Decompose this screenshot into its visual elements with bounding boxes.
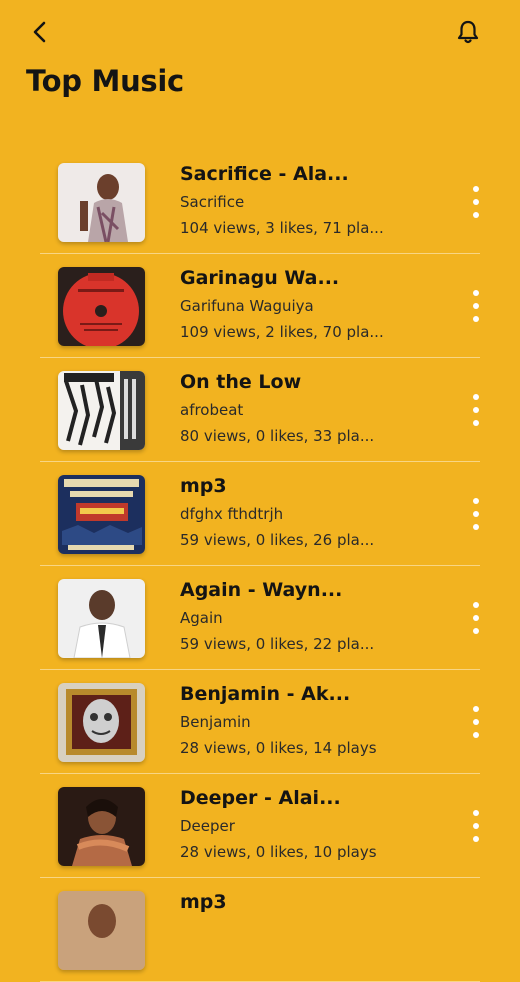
more-vert-icon [473,498,479,504]
more-vert-icon [473,290,479,296]
track-row[interactable]: mp3 dfghx fthdtrjh 59 views, 0 likes, 26… [40,462,480,566]
track-title: mp3 [180,475,227,497]
more-vert-icon [473,810,479,816]
notifications-button[interactable] [450,14,486,50]
more-vert-dot [473,823,479,829]
track-subtitle: Garifuna Waguiya [180,297,314,315]
track-subtitle: Benjamin [180,713,251,731]
more-options-button[interactable] [468,706,484,738]
track-title: Deeper - Alai... [180,787,341,809]
album-art [58,475,145,554]
track-info: Sacrifice - Ala... Sacrifice 104 views, … [180,162,410,238]
more-options-button[interactable] [468,394,484,426]
track-stats: 59 views, 0 likes, 26 pla... [180,531,375,549]
track-stats: 28 views, 0 likes, 14 plays [180,739,377,757]
more-vert-dot [473,615,479,621]
more-vert-dot [473,303,479,309]
track-row[interactable]: Again - Wayn... Again 59 views, 0 likes,… [40,566,480,670]
more-vert-dot [473,212,479,218]
track-stats: 109 views, 2 likes, 70 pla... [180,323,384,341]
page-title: Top Music [26,64,184,98]
track-info: mp3 [180,890,410,920]
album-art [58,579,145,658]
more-vert-icon [473,186,479,192]
track-info: Garinagu Wa... Garifuna Waguiya 109 view… [180,266,410,342]
more-vert-dot [473,836,479,842]
more-vert-dot [473,628,479,634]
track-title: Again - Wayn... [180,579,343,601]
track-stats: 104 views, 3 likes, 71 pla... [180,219,384,237]
more-vert-dot [473,407,479,413]
track-subtitle: dfghx fthdtrjh [180,505,284,523]
track-row[interactable]: Sacrifice - Ala... Sacrifice 104 views, … [40,150,480,254]
track-title: On the Low [180,371,302,393]
track-row[interactable]: Benjamin - Ak... Benjamin 28 views, 0 li… [40,670,480,774]
track-subtitle: Deeper [180,817,235,835]
track-title: Sacrifice - Ala... [180,163,349,185]
more-vert-icon [473,394,479,400]
more-vert-icon [473,706,479,712]
track-title: Benjamin - Ak... [180,683,351,705]
album-art [58,163,145,242]
album-art [58,371,145,450]
more-vert-dot [473,316,479,322]
track-row[interactable]: On the Low afrobeat 80 views, 0 likes, 3… [40,358,480,462]
more-vert-dot [473,420,479,426]
track-row[interactable]: Deeper - Alai... Deeper 28 views, 0 like… [40,774,480,878]
album-art [58,891,145,970]
album-art [58,787,145,866]
back-button[interactable] [24,16,56,48]
track-row[interactable]: mp3 [40,878,480,982]
more-vert-icon [473,602,479,608]
more-options-button[interactable] [468,498,484,530]
album-art [58,683,145,762]
track-stats: 80 views, 0 likes, 33 pla... [180,427,375,445]
track-subtitle: Sacrifice [180,193,245,211]
track-list: Sacrifice - Ala... Sacrifice 104 views, … [40,150,480,982]
bell-icon [457,20,479,44]
more-options-button[interactable] [468,810,484,842]
more-vert-dot [473,511,479,517]
album-art [58,267,145,346]
more-options-button[interactable] [468,602,484,634]
track-info: mp3 dfghx fthdtrjh 59 views, 0 likes, 26… [180,474,410,550]
track-stats: 59 views, 0 likes, 22 pla... [180,635,375,653]
track-info: Again - Wayn... Again 59 views, 0 likes,… [180,578,410,654]
track-info: Benjamin - Ak... Benjamin 28 views, 0 li… [180,682,410,758]
track-subtitle: Again [180,609,223,627]
track-info: Deeper - Alai... Deeper 28 views, 0 like… [180,786,410,862]
track-info: On the Low afrobeat 80 views, 0 likes, 3… [180,370,410,446]
more-options-button[interactable] [468,186,484,218]
more-vert-dot [473,719,479,725]
more-vert-dot [473,524,479,530]
track-row[interactable]: Garinagu Wa... Garifuna Waguiya 109 view… [40,254,480,358]
track-title: Garinagu Wa... [180,267,340,289]
top-bar [0,0,520,64]
more-vert-dot [473,732,479,738]
more-vert-dot [473,199,479,205]
chevron-left-icon [33,21,46,43]
track-title: mp3 [180,891,227,913]
track-stats: 28 views, 0 likes, 10 plays [180,843,377,861]
track-subtitle: afrobeat [180,401,244,419]
more-options-button[interactable] [468,290,484,322]
